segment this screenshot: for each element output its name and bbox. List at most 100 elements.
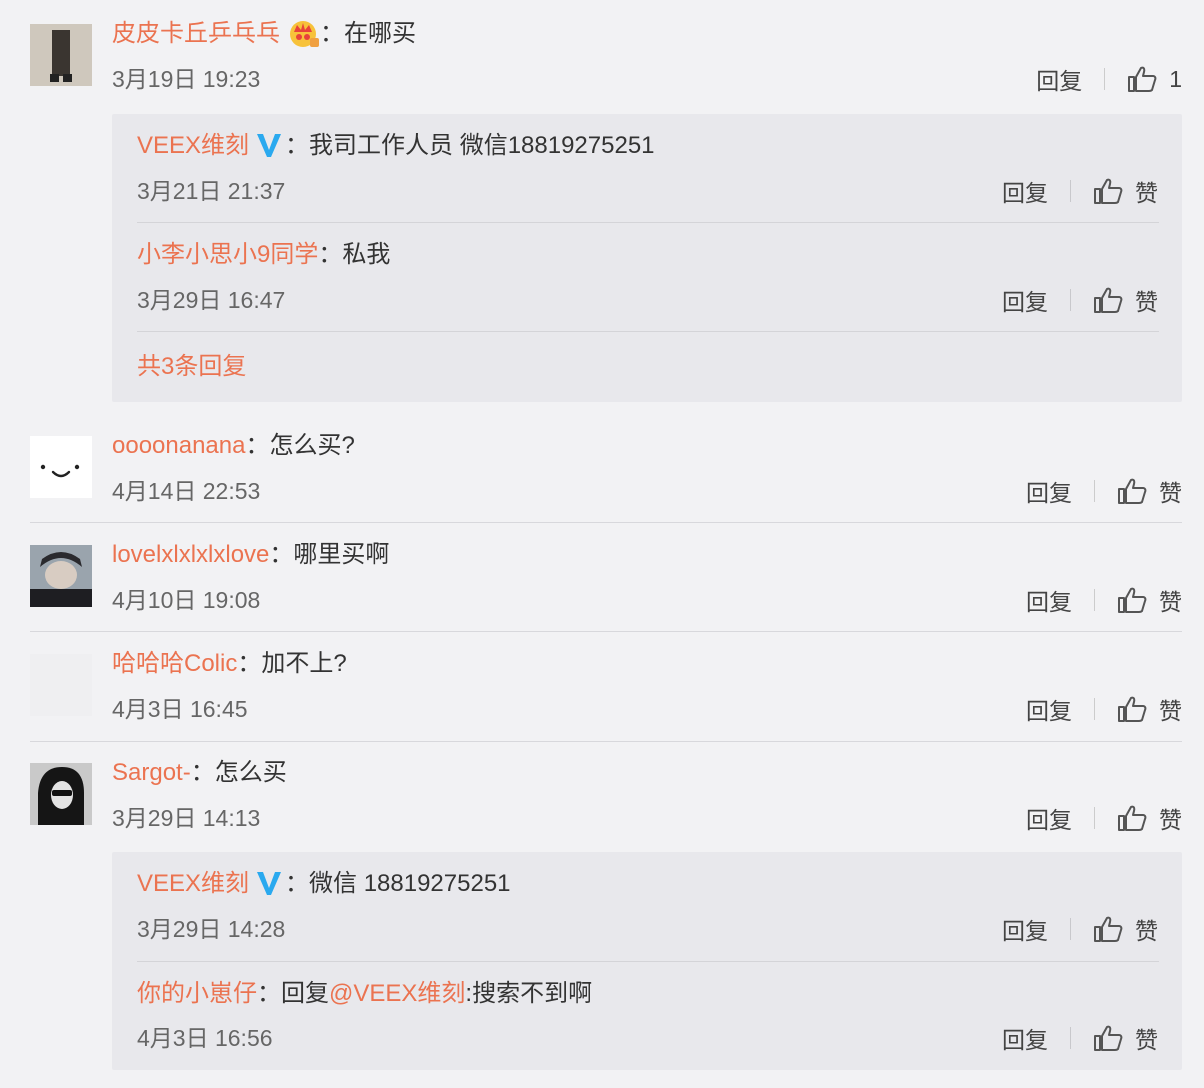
like-button[interactable]: 赞 bbox=[1117, 801, 1182, 835]
timestamp: 3月19日 19:23 bbox=[112, 66, 261, 92]
comment-line: Sargot-：怎么买 bbox=[112, 755, 287, 791]
reply-button[interactable]: 回复 bbox=[1026, 474, 1072, 508]
comment-actions: 回复 赞 bbox=[1026, 803, 1182, 833]
like-button[interactable]: 赞 bbox=[1117, 474, 1182, 508]
username[interactable]: 哈哈哈Colic bbox=[112, 650, 237, 677]
divider bbox=[137, 961, 1159, 962]
username[interactable]: oooonanana bbox=[112, 432, 245, 459]
action-separator bbox=[1094, 589, 1095, 611]
like-label: 赞 bbox=[1135, 1027, 1158, 1053]
username[interactable]: 你的小崽仔 bbox=[137, 980, 257, 1007]
colon: ： bbox=[285, 132, 310, 159]
comment-line: 皮皮卡丘乒乓乓 ：在哪买 bbox=[112, 16, 416, 52]
username[interactable]: lovelxlxlxlxlove bbox=[112, 541, 269, 568]
colon: ： bbox=[285, 870, 310, 897]
reply-button[interactable]: 回复 bbox=[1002, 283, 1048, 317]
divider bbox=[30, 522, 1182, 523]
reply-button[interactable]: 回复 bbox=[1002, 174, 1048, 208]
reply-actions: 回复 赞 bbox=[1002, 285, 1158, 315]
action-separator bbox=[1094, 480, 1095, 502]
thumbs-up-icon bbox=[1128, 66, 1157, 92]
divider bbox=[137, 222, 1159, 223]
like-button[interactable]: 1 bbox=[1127, 65, 1182, 93]
like-button[interactable]: 赞 bbox=[1093, 1021, 1158, 1055]
like-label: 赞 bbox=[1159, 480, 1182, 506]
action-separator bbox=[1094, 698, 1095, 720]
action-separator bbox=[1070, 289, 1071, 311]
colon: ： bbox=[237, 650, 262, 677]
like-label: 赞 bbox=[1159, 698, 1182, 724]
avatar[interactable] bbox=[30, 654, 92, 716]
reply-text: :搜索不到啊 bbox=[465, 980, 593, 1007]
comment-actions: 回复 1 bbox=[1036, 62, 1182, 96]
username[interactable]: VEEX维刻 bbox=[137, 132, 249, 159]
like-button[interactable]: 赞 bbox=[1093, 912, 1158, 946]
timestamp: 4月14日 22:53 bbox=[112, 478, 261, 504]
like-button[interactable]: 赞 bbox=[1093, 174, 1158, 208]
reply-line: VEEX维刻 ：微信 18819275251 bbox=[137, 866, 511, 902]
comment-text: 加不上? bbox=[261, 650, 347, 677]
divider bbox=[30, 631, 1182, 632]
reply-line: VEEX维刻 ：我司工作人员 微信18819275251 bbox=[137, 128, 655, 164]
like-button[interactable]: 赞 bbox=[1093, 283, 1158, 317]
like-label: 赞 bbox=[1135, 289, 1158, 315]
reply-button[interactable]: 回复 bbox=[1002, 912, 1048, 946]
colon: ： bbox=[190, 759, 215, 786]
thumbs-up-icon bbox=[1094, 916, 1123, 942]
avatar[interactable] bbox=[30, 24, 92, 86]
reply-box: VEEX维刻 ：微信 18819275251 3月29日 14:28 回复 赞 你… bbox=[112, 852, 1182, 1070]
thumbs-up-icon bbox=[1118, 805, 1147, 831]
divider bbox=[30, 741, 1182, 742]
reply-box: VEEX维刻 ：我司工作人员 微信18819275251 3月21日 21:37 … bbox=[112, 114, 1182, 402]
like-label: 赞 bbox=[1135, 180, 1158, 206]
comment-text: 怎么买? bbox=[269, 432, 355, 459]
like-button[interactable]: 赞 bbox=[1117, 692, 1182, 726]
like-label: 赞 bbox=[1135, 918, 1158, 944]
action-separator bbox=[1094, 807, 1095, 829]
avatar[interactable] bbox=[30, 436, 92, 498]
comment-line: 哈哈哈Colic：加不上? bbox=[112, 646, 347, 682]
comment-text: 哪里买啊 bbox=[293, 541, 390, 568]
action-separator bbox=[1104, 68, 1106, 90]
colon: ： bbox=[257, 980, 281, 1007]
reply-button[interactable]: 回复 bbox=[1002, 1021, 1048, 1055]
username[interactable]: 皮皮卡丘乒乓乓 bbox=[112, 20, 280, 47]
username[interactable]: 小李小思小9同学 bbox=[137, 241, 318, 268]
like-count: 1 bbox=[1169, 65, 1182, 92]
comment-actions: 回复 赞 bbox=[1026, 694, 1182, 724]
reply-button[interactable]: 回复 bbox=[1026, 583, 1072, 617]
thumbs-up-icon bbox=[1094, 178, 1123, 204]
reply-actions: 回复 赞 bbox=[1002, 914, 1158, 944]
comment-actions: 回复 赞 bbox=[1026, 585, 1182, 615]
username[interactable]: VEEX维刻 bbox=[137, 870, 249, 897]
thumbs-up-icon bbox=[1094, 1025, 1123, 1051]
timestamp: 4月3日 16:56 bbox=[137, 1025, 273, 1051]
timestamp: 3月29日 14:28 bbox=[137, 916, 286, 942]
thumbs-up-icon bbox=[1118, 696, 1147, 722]
like-label: 赞 bbox=[1159, 589, 1182, 615]
divider bbox=[137, 331, 1159, 332]
avatar[interactable] bbox=[30, 763, 92, 825]
reply-text: 我司工作人员 微信18819275251 bbox=[309, 132, 655, 159]
thumbs-up-icon bbox=[1118, 478, 1147, 504]
like-button[interactable]: 赞 bbox=[1117, 583, 1182, 617]
avatar[interactable] bbox=[30, 545, 92, 607]
reply-text: 微信 18819275251 bbox=[309, 870, 511, 897]
reply-button[interactable]: 回复 bbox=[1026, 692, 1072, 726]
timestamp: 4月10日 19:08 bbox=[112, 587, 261, 613]
username[interactable]: Sargot- bbox=[112, 759, 191, 786]
reply-actions: 回复 赞 bbox=[1002, 1023, 1158, 1053]
timestamp: 3月29日 14:13 bbox=[112, 805, 261, 831]
reply-button[interactable]: 回复 bbox=[1026, 801, 1072, 835]
action-separator bbox=[1070, 918, 1071, 940]
verified-icon bbox=[257, 871, 282, 895]
colon: ： bbox=[320, 20, 344, 47]
crown-icon bbox=[290, 20, 319, 47]
reply-text: 私我 bbox=[342, 241, 391, 268]
comment-line: lovelxlxlxlxlove：哪里买啊 bbox=[112, 537, 389, 573]
colon: ： bbox=[269, 541, 294, 568]
more-replies-link[interactable]: 共3条回复 bbox=[137, 350, 246, 384]
mention-link[interactable]: @VEEX维刻 bbox=[329, 980, 465, 1007]
reply-button[interactable]: 回复 bbox=[1036, 62, 1082, 96]
colon: ： bbox=[318, 241, 343, 268]
